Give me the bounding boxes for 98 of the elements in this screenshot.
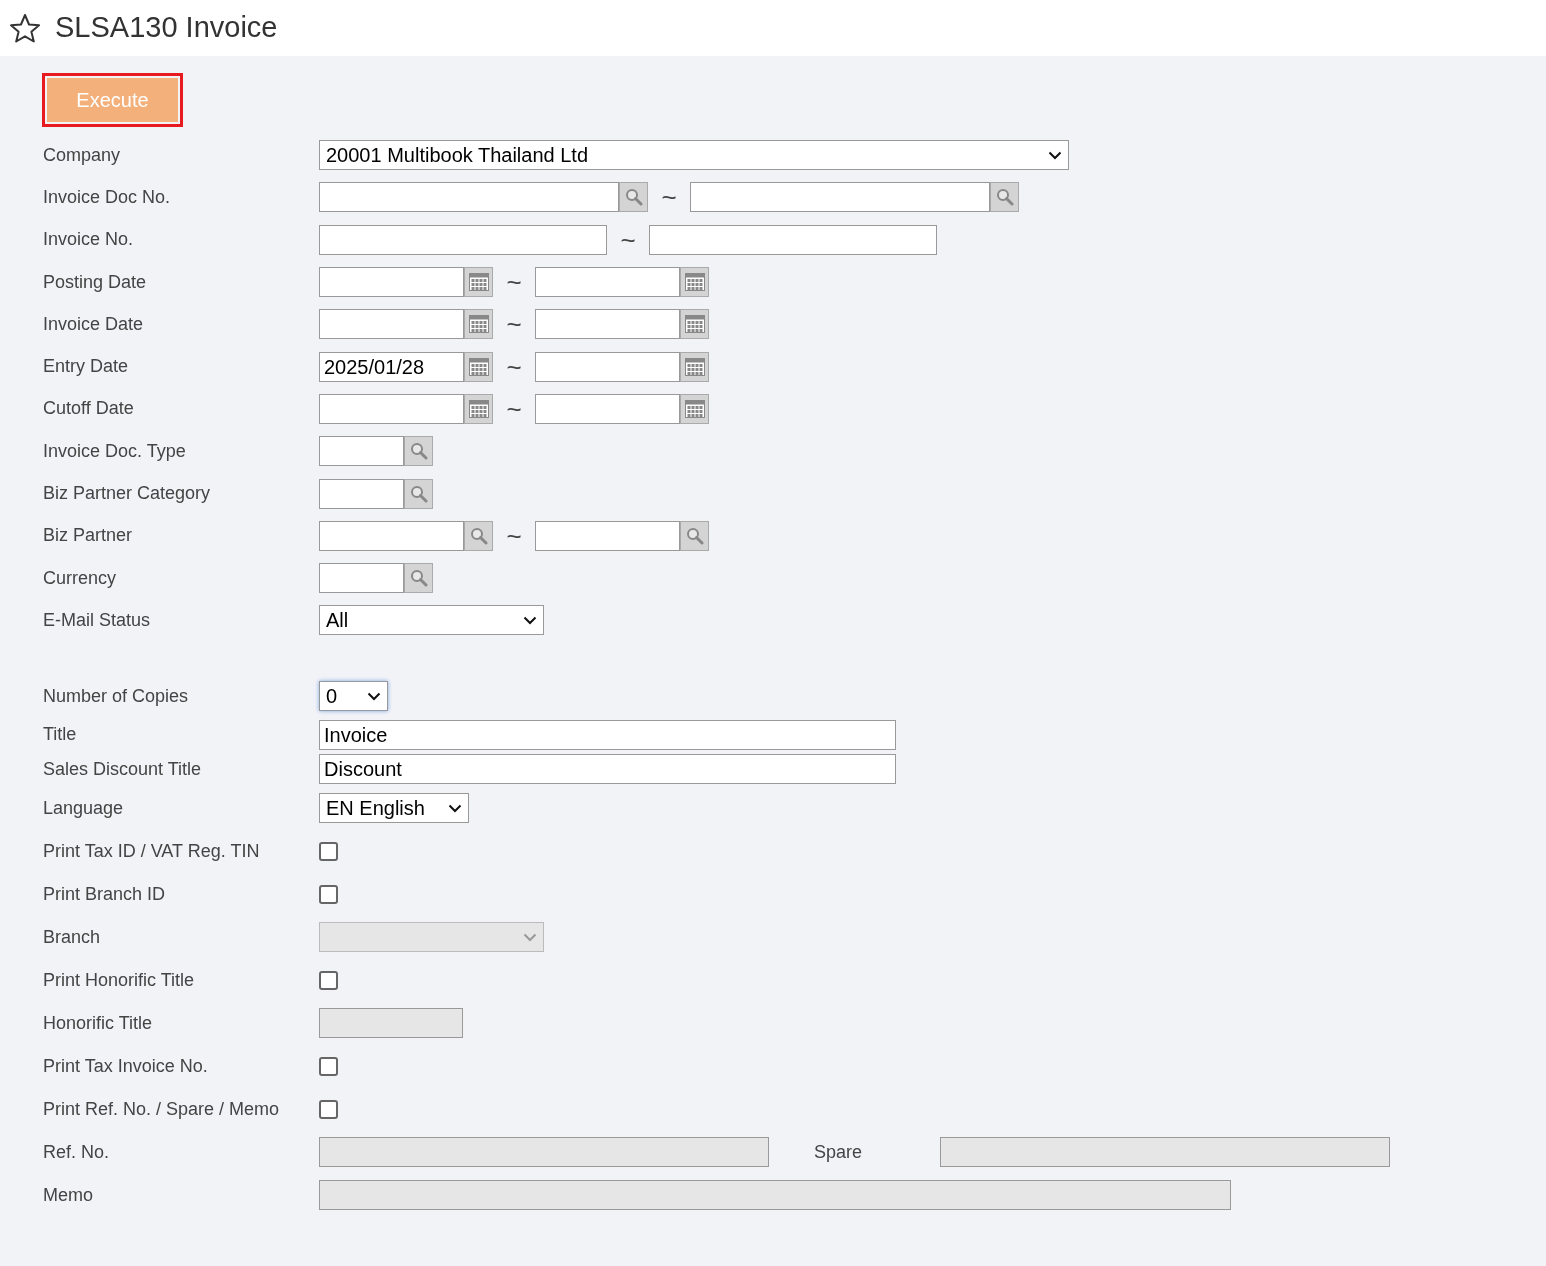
calendar-button[interactable] [464, 393, 493, 424]
search-icon [685, 526, 704, 545]
input-field[interactable] [319, 520, 464, 551]
dropdown[interactable]: EN English [319, 793, 469, 824]
search-icon [995, 188, 1014, 207]
input-field[interactable]: 2025/01/28 [319, 351, 464, 382]
field-label: Branch [43, 925, 102, 949]
field-label: Memo [43, 1183, 94, 1207]
input-field[interactable] [535, 393, 680, 424]
field-label: Ref. No. [43, 1140, 111, 1164]
search-button[interactable] [619, 182, 648, 213]
field-label: Print Tax ID / VAT Reg. TIN [43, 839, 261, 863]
checkbox[interactable] [319, 841, 338, 861]
calendar-button[interactable] [680, 351, 709, 382]
field-label: Invoice Date [43, 312, 145, 336]
caret-icon [1048, 150, 1062, 160]
field-label: Invoice Doc. Type [43, 439, 187, 463]
field-label: Print Ref. No. / Spare / Memo [43, 1097, 281, 1121]
calendar-button[interactable] [464, 267, 493, 298]
calendar-icon [468, 315, 489, 334]
field-label: Print Honorific Title [43, 968, 196, 992]
field-label: Biz Partner Category [43, 482, 212, 505]
caret-icon [448, 803, 462, 813]
calendar-button[interactable] [680, 393, 709, 424]
input-field[interactable] [319, 309, 464, 340]
caret-icon [367, 691, 381, 701]
field-label: Cutoff Date [43, 397, 135, 421]
dropdown[interactable]: All [319, 605, 544, 636]
range-separator: ~ [505, 522, 523, 549]
search-button[interactable] [464, 520, 493, 551]
search-button[interactable] [680, 520, 709, 551]
range-separator: ~ [505, 353, 523, 380]
field-label: Entry Date [43, 355, 130, 379]
input-field[interactable] [690, 182, 990, 213]
field-label: Language [43, 796, 125, 820]
input-field[interactable] [319, 478, 404, 509]
calendar-button[interactable] [464, 351, 493, 382]
field-label: Number of Copies [43, 684, 190, 708]
field-label: Sales Discount Title [43, 757, 203, 781]
star-icon[interactable] [9, 13, 41, 43]
field-label: Print Branch ID [43, 882, 167, 906]
calendar-icon [684, 357, 705, 376]
search-button[interactable] [404, 436, 433, 467]
calendar-icon [468, 273, 489, 292]
search-icon [409, 442, 428, 461]
checkbox[interactable] [319, 1056, 338, 1076]
range-separator: ~ [505, 395, 523, 422]
search-icon [409, 569, 428, 588]
page-title: SLSA130 Invoice [55, 10, 278, 46]
checkbox[interactable] [319, 884, 338, 904]
input-field[interactable] [535, 520, 680, 551]
caret-icon [523, 932, 537, 942]
caret-icon [523, 615, 537, 625]
input-field[interactable] [319, 267, 464, 298]
input-field[interactable] [319, 393, 464, 424]
dropdown[interactable]: 20001 Multibook Thailand Ltd [319, 140, 1069, 171]
calendar-icon [468, 357, 489, 376]
field-label: Invoice No. [43, 228, 135, 252]
checkbox[interactable] [319, 1099, 338, 1119]
search-button[interactable] [990, 182, 1019, 213]
range-separator: ~ [505, 269, 523, 296]
dropdown[interactable]: 0 [319, 681, 388, 712]
checkbox[interactable] [319, 970, 338, 990]
calendar-icon [684, 315, 705, 334]
search-button[interactable] [404, 478, 433, 509]
input-field[interactable] [319, 436, 404, 467]
calendar-icon [468, 399, 489, 418]
calendar-button[interactable] [680, 267, 709, 298]
input-field[interactable] [535, 267, 680, 298]
field-label: Print Tax Invoice No. [43, 1054, 209, 1078]
input-field[interactable] [319, 182, 619, 213]
range-separator: ~ [660, 184, 678, 211]
calendar-button[interactable] [680, 309, 709, 340]
field-label: Company [43, 143, 122, 167]
input-field[interactable] [535, 351, 680, 382]
range-separator: ~ [505, 311, 523, 338]
field-label: Invoice Doc No. [43, 185, 172, 209]
search-button[interactable] [404, 563, 433, 594]
field-label: E-Mail Status [43, 608, 152, 632]
field-label: Title [43, 723, 78, 747]
search-icon [469, 526, 488, 545]
search-icon [409, 484, 428, 503]
calendar-icon [684, 399, 705, 418]
input-field[interactable] [319, 563, 404, 594]
calendar-icon [684, 273, 705, 292]
input-field[interactable]: Discount [319, 754, 896, 785]
field-label: Biz Partner [43, 524, 134, 548]
calendar-button[interactable] [464, 309, 493, 340]
field-label: Currency [43, 566, 118, 590]
input-field[interactable]: Invoice [319, 719, 896, 750]
field-label: Honorific Title [43, 1011, 154, 1035]
field-label: Spare [813, 1140, 864, 1164]
input-field[interactable] [535, 309, 680, 340]
search-icon [624, 188, 643, 207]
field-label: Posting Date [43, 270, 148, 294]
input-field[interactable] [649, 224, 937, 255]
input-field[interactable] [319, 224, 607, 255]
range-separator: ~ [619, 226, 637, 253]
